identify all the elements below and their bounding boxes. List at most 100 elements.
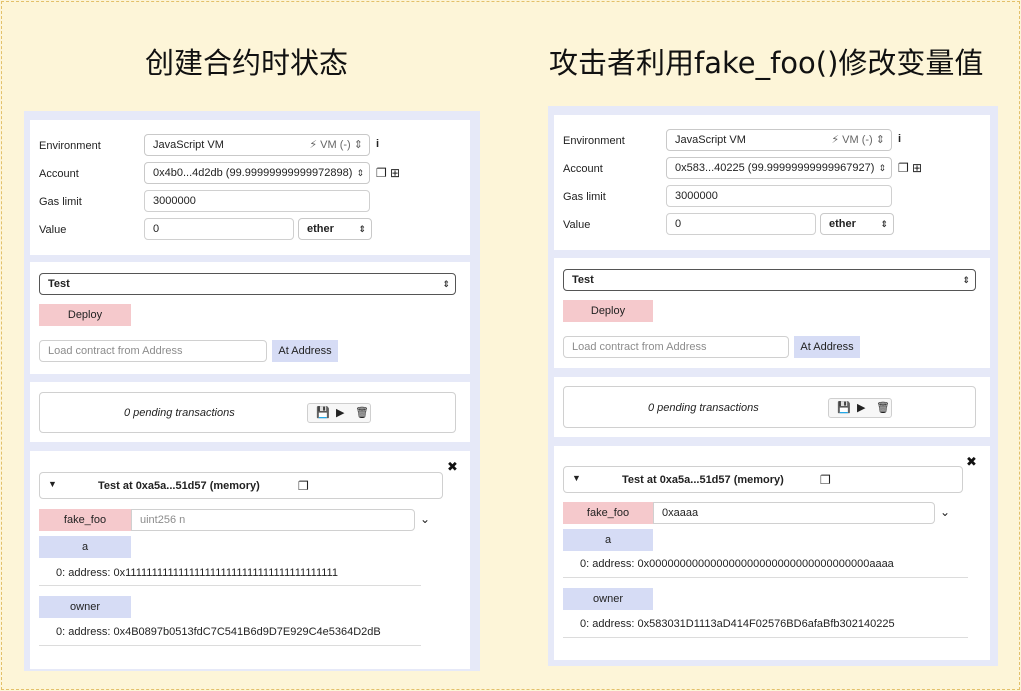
fake-foo-button[interactable]: fake_foo [39,509,131,531]
chevron-updown-icon: ⇕ [962,275,970,285]
instance-title: Test at 0xa5a...51d57 (memory) [98,480,260,492]
load-address-input[interactable]: Load contract from Address [39,340,267,362]
right-heading: 攻击者利用fake_foo()修改变量值 [549,46,984,80]
load-address-input[interactable]: Load contract from Address [563,336,789,358]
copy-icon[interactable]: ❐ [376,166,387,180]
at-address-button[interactable]: At Address [794,336,860,358]
environment-select[interactable]: JavaScript VM ⚡ VM (-) ⇕ [144,134,370,156]
right-deploy-card: Test ⇕ Deploy Load contract from Address… [554,258,990,368]
info-icon[interactable]: i [376,138,379,150]
environment-select[interactable]: JavaScript VM ⚡ VM (-) ⇕ [666,129,892,151]
contract-select[interactable]: Test ⇕ [563,269,976,291]
value-label: Value [563,219,591,231]
account-value: 0x583...40225 (99.99999999999967927) [675,162,875,174]
divider [563,577,968,578]
unit-value: ether [829,218,856,230]
a-result: 0: address: 0x11111111111111111111111111… [56,567,338,579]
add-account-icon[interactable]: ⊞ [912,161,922,175]
a-button[interactable]: a [563,529,653,551]
right-pending-card: 0 pending transactions 💾 ▶ 🗑 [554,377,990,437]
instance-header[interactable]: ▼ Test at 0xa5a...51d57 (memory) ❐ [39,472,443,499]
pending-transactions-text: 0 pending transactions [648,402,759,414]
chevron-updown-icon: ⇕ [353,139,363,151]
owner-result: 0: address: 0x4B0897b0513fdC7C541B6d9D7E… [56,626,381,638]
copy-icon[interactable]: ❐ [820,473,831,487]
environment-label: Environment [39,140,101,152]
pending-box: 0 pending transactions 💾 ▶ 🗑 [39,392,456,433]
plug-icon: ⚡ [831,134,840,146]
copy-icon[interactable]: ❐ [898,161,909,175]
chevron-down-icon[interactable]: ⌄ [940,505,950,519]
chevron-down-icon[interactable]: ⌄ [420,512,430,526]
pending-transactions-text: 0 pending transactions [124,407,235,419]
deploy-button[interactable]: Deploy [39,304,131,326]
load-address-placeholder: Load contract from Address [48,345,183,357]
unit-select[interactable]: ether ⇕ [298,218,372,240]
account-select[interactable]: 0x4b0...4d2db (99.99999999999972898) ⇕ [144,162,370,184]
environment-label: Environment [563,135,625,147]
environment-value: JavaScript VM [153,139,224,151]
fake-foo-placeholder: uint256 n [140,514,186,526]
trash-icon[interactable]: 🗑 [355,406,369,419]
value-input[interactable]: 0 [666,213,816,235]
value-input[interactable]: 0 [144,218,294,240]
vm-badge: ⚡ VM (-) ⇕ [309,139,363,151]
save-icon[interactable]: 💾 [837,401,851,414]
left-pending-card: 0 pending transactions 💾 ▶ 🗑 [30,382,470,442]
contract-select[interactable]: Test ⇕ [39,273,456,295]
a-result: 0: address: 0x00000000000000000000000000… [580,558,894,570]
deploy-button[interactable]: Deploy [563,300,653,322]
environment-value: JavaScript VM [675,134,746,146]
load-address-placeholder: Load contract from Address [572,341,707,353]
left-deploy-card: Test ⇕ Deploy Load contract from Address… [30,262,470,374]
divider [563,637,968,638]
play-icon[interactable]: ▶ [336,406,344,419]
plug-icon: ⚡ [309,139,318,151]
unit-select[interactable]: ether ⇕ [820,213,894,235]
gas-limit-input[interactable]: 3000000 [144,190,370,212]
fake-foo-button[interactable]: fake_foo [563,502,653,524]
fake-foo-input[interactable]: uint256 n [131,509,415,531]
copy-icon[interactable]: ❐ [298,479,309,493]
instance-title: Test at 0xa5a...51d57 (memory) [622,474,784,486]
right-run-panel: Environment JavaScript VM ⚡ VM (-) ⇕ i A… [548,106,998,666]
unit-value: ether [307,223,334,235]
pending-actions: 💾 ▶ 🗑 [828,398,892,418]
info-icon[interactable]: i [898,133,901,145]
account-select[interactable]: 0x583...40225 (99.99999999999967927) ⇕ [666,157,892,179]
owner-button[interactable]: owner [563,588,653,610]
contract-value: Test [572,274,594,286]
at-address-button[interactable]: At Address [272,340,338,362]
a-button[interactable]: a [39,536,131,558]
contract-value: Test [48,278,70,290]
pending-box: 0 pending transactions 💾 ▶ 🗑 [563,386,976,428]
instance-header[interactable]: ▼ Test at 0xa5a...51d57 (memory) ❐ [563,466,963,493]
divider [39,585,421,586]
add-account-icon[interactable]: ⊞ [390,166,400,180]
gas-limit-input[interactable]: 3000000 [666,185,892,207]
caret-down-icon: ▼ [572,473,581,483]
play-icon[interactable]: ▶ [857,401,865,414]
divider [39,645,421,646]
save-icon[interactable]: 💾 [316,406,330,419]
owner-button[interactable]: owner [39,596,131,618]
close-icon[interactable]: ✖ [966,454,977,470]
close-icon[interactable]: ✖ [447,459,458,475]
left-heading: 创建合约时状态 [145,46,349,80]
right-settings-card: Environment JavaScript VM ⚡ VM (-) ⇕ i A… [554,115,990,250]
account-label: Account [563,163,603,175]
fake-foo-input[interactable]: 0xaaaa [653,502,935,524]
trash-icon[interactable]: 🗑 [876,401,890,414]
gas-limit-label: Gas limit [563,191,606,203]
chevron-updown-icon: ⇕ [880,219,888,229]
left-settings-card: Environment JavaScript VM ⚡ VM (-) ⇕ i A… [30,120,470,255]
chevron-updown-icon: ⇕ [356,168,364,178]
account-value: 0x4b0...4d2db (99.99999999999972898) [153,167,353,179]
chevron-updown-icon: ⇕ [442,279,450,289]
owner-result: 0: address: 0x583031D1113aD414F02576BD6a… [580,618,895,630]
left-instance-card: ✖ ▼ Test at 0xa5a...51d57 (memory) ❐ fak… [30,451,470,669]
pending-actions: 💾 ▶ 🗑 [307,403,371,423]
chevron-updown-icon: ⇕ [878,163,886,173]
gas-limit-label: Gas limit [39,196,82,208]
right-instance-card: ✖ ▼ Test at 0xa5a...51d57 (memory) ❐ fak… [554,446,990,660]
